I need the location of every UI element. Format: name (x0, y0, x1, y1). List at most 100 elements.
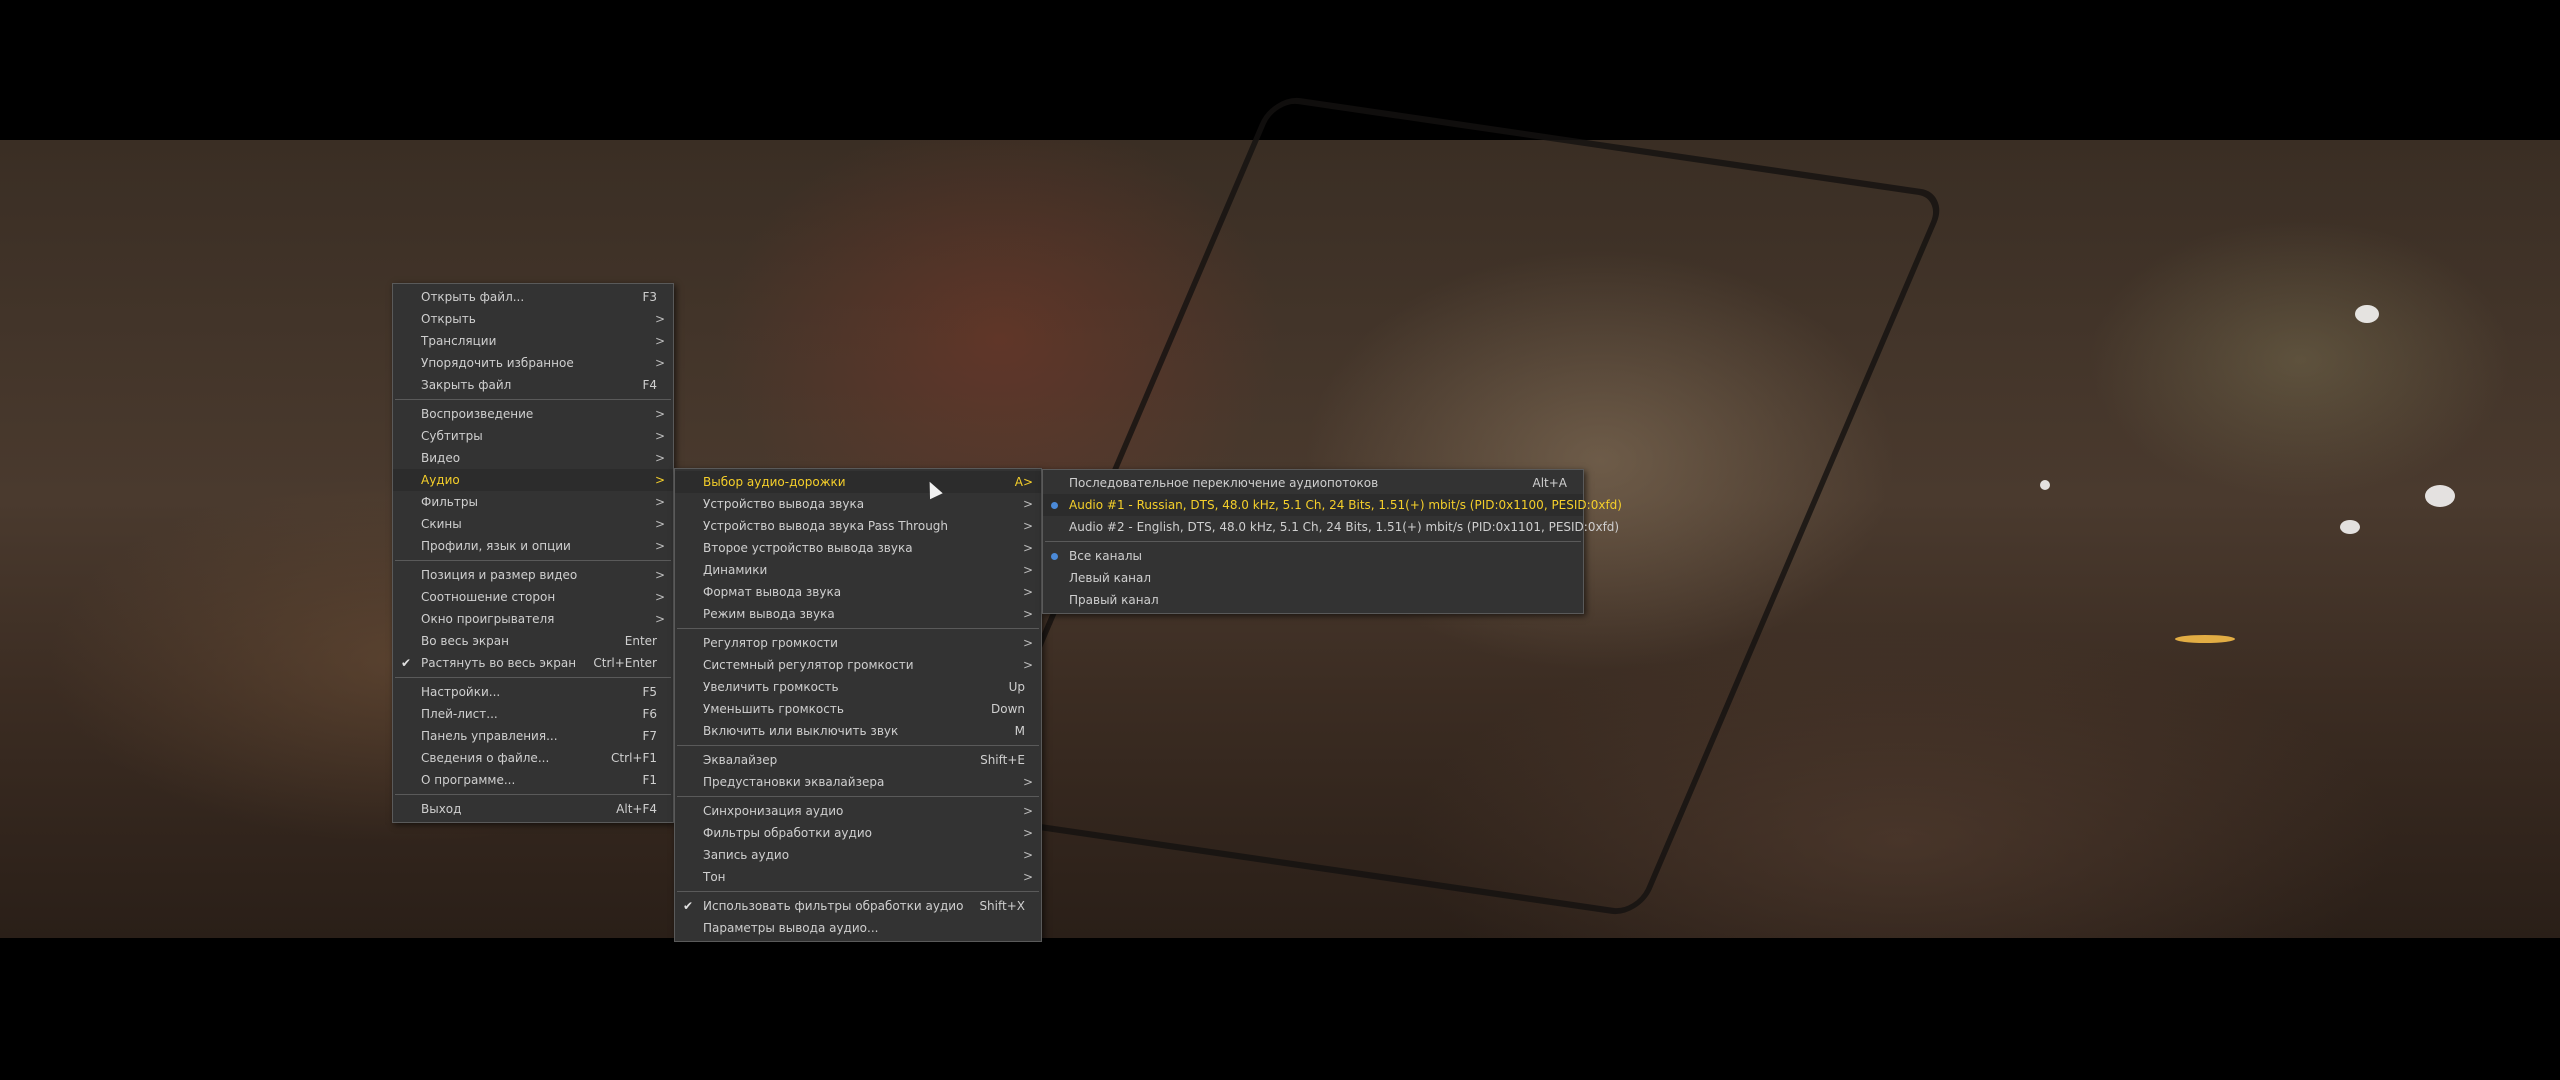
menu-item-use-audio-filters[interactable]: ✔ Использовать фильтры обработки аудио Shi… (675, 895, 1041, 917)
submenu-arrow-icon: > (1022, 519, 1033, 533)
menu-item-second-output-device[interactable]: Второе устройство вывода звука > (675, 537, 1041, 559)
menu-item-video[interactable]: Видео > (393, 447, 673, 469)
shortcut-label: Alt+A (1532, 476, 1567, 490)
menu-item-mute-toggle[interactable]: Включить или выключить звук M (675, 720, 1041, 742)
menu-item-audio-record[interactable]: Запись аудио > (675, 844, 1041, 866)
shortcut-label: Down (990, 702, 1025, 716)
submenu-arrow-icon: > (1022, 541, 1033, 555)
shortcut-label: F6 (642, 707, 657, 721)
submenu-arrow-icon: > (1022, 848, 1033, 862)
shortcut-label: F3 (642, 290, 657, 304)
menu-item-volume-down[interactable]: Уменьшить громкость Down (675, 698, 1041, 720)
submenu-arrow-icon: > (654, 312, 665, 326)
menu-item-audio-output-device[interactable]: Устройство вывода звука > (675, 493, 1041, 515)
menu-item-system-volume[interactable]: Системный регулятор громкости > (675, 654, 1041, 676)
audio-track-submenu: Последовательное переключение аудиопоток… (1042, 469, 1622, 614)
checkmark-icon: ✔ (401, 656, 412, 670)
menu-item-pass-through-device[interactable]: Устройство вывода звука Pass Through > (675, 515, 1041, 537)
submenu-arrow-icon: > (654, 334, 665, 348)
menu-item-favorites[interactable]: Упорядочить избранное > (393, 352, 673, 374)
submenu-arrow-icon: > (1022, 475, 1033, 489)
shortcut-label: Shift+X (979, 899, 1025, 913)
menu-item-audio-track-2[interactable]: Audio #2 - English, DTS, 48.0 kHz, 5.1 C… (1043, 516, 1619, 538)
menu-item-close-file[interactable]: Закрыть файл F4 (393, 374, 673, 396)
menu-item-audio[interactable]: Аудио > (393, 469, 673, 491)
shortcut-label: F7 (642, 729, 657, 743)
submenu-arrow-icon: > (654, 539, 665, 553)
radio-selected-icon (1051, 502, 1058, 509)
menu-item-audio-filters[interactable]: Фильтры обработки аудио > (675, 822, 1041, 844)
menu-item-audio-output-params[interactable]: Параметры вывода аудио... (675, 917, 1041, 939)
menu-item-settings[interactable]: Настройки... F5 (393, 681, 673, 703)
menu-item-equalizer-presets[interactable]: Предустановки эквалайзера > (675, 771, 1041, 793)
video-light (2175, 635, 2235, 643)
menu-item-audio-sync[interactable]: Синхронизация аудио > (675, 800, 1041, 822)
submenu-arrow-icon: > (654, 473, 665, 487)
shortcut-label: M (1014, 724, 1025, 738)
menu-separator (677, 891, 1039, 892)
menu-item-fullscreen[interactable]: Во весь экран Enter (393, 630, 673, 652)
menu-item-profiles[interactable]: Профили, язык и опции > (393, 535, 673, 557)
menu-item-select-audio-track[interactable]: Выбор аудио-дорожки A > (675, 471, 1041, 493)
menu-item-skins[interactable]: Скины > (393, 513, 673, 535)
menu-separator (677, 628, 1039, 629)
checkmark-icon: ✔ (683, 899, 694, 913)
shortcut-label: Ctrl+Enter (593, 656, 657, 670)
shortcut-label: Shift+E (980, 753, 1025, 767)
menu-item-volume-up[interactable]: Увеличить громкость Up (675, 676, 1041, 698)
menu-item-open-file[interactable]: Открыть файл... F3 (393, 286, 673, 308)
menu-item-equalizer[interactable]: Эквалайзер Shift+E (675, 749, 1041, 771)
menu-item-broadcasts[interactable]: Трансляции > (393, 330, 673, 352)
menu-item-stretch-fullscreen[interactable]: ✔ Растянуть во весь экран Ctrl+Enter (393, 652, 673, 674)
menu-item-subtitles[interactable]: Субтитры > (393, 425, 673, 447)
menu-item-aspect-ratio[interactable]: Соотношение сторон > (393, 586, 673, 608)
video-light (2040, 480, 2050, 490)
submenu-arrow-icon: > (1022, 607, 1033, 621)
menu-item-all-channels[interactable]: Все каналы (1043, 545, 1583, 567)
shortcut-label: F1 (642, 773, 657, 787)
main-context-menu: Открыть файл... F3 Открыть > Трансляции > У… (392, 283, 674, 823)
menu-item-playback[interactable]: Воспроизведение > (393, 403, 673, 425)
menu-separator (395, 677, 671, 678)
shortcut-label: A (1014, 475, 1023, 489)
menu-item-audio-track-1[interactable]: Audio #1 - Russian, DTS, 48.0 kHz, 5.1 C… (1043, 494, 1622, 516)
menu-separator (677, 796, 1039, 797)
submenu-arrow-icon: > (654, 590, 665, 604)
submenu-arrow-icon: > (1022, 658, 1033, 672)
menu-item-player-window[interactable]: Окно проигрывателя > (393, 608, 673, 630)
menu-separator (395, 399, 671, 400)
menu-item-left-channel[interactable]: Левый канал (1043, 567, 1583, 589)
menu-item-video-position[interactable]: Позиция и размер видео > (393, 564, 673, 586)
menu-item-open[interactable]: Открыть > (393, 308, 673, 330)
menu-item-output-format[interactable]: Формат вывода звука > (675, 581, 1041, 603)
menu-item-speakers[interactable]: Динамики > (675, 559, 1041, 581)
submenu-arrow-icon: > (654, 356, 665, 370)
menu-separator (395, 560, 671, 561)
menu-separator (1045, 541, 1581, 542)
submenu-arrow-icon: > (1022, 870, 1033, 884)
menu-item-playlist[interactable]: Плей-лист... F6 (393, 703, 673, 725)
menu-item-tone[interactable]: Тон > (675, 866, 1041, 888)
submenu-arrow-icon: > (654, 495, 665, 509)
menu-item-about[interactable]: О программе... F1 (393, 769, 673, 791)
shortcut-label: Ctrl+F1 (611, 751, 657, 765)
menu-item-volume-control[interactable]: Регулятор громкости > (675, 632, 1041, 654)
menu-item-file-info[interactable]: Сведения о файле... Ctrl+F1 (393, 747, 673, 769)
submenu-arrow-icon: > (654, 451, 665, 465)
submenu-arrow-icon: > (654, 612, 665, 626)
shortcut-label: F5 (642, 685, 657, 699)
submenu-arrow-icon: > (1022, 804, 1033, 818)
menu-item-cycle-audio-streams[interactable]: Последовательное переключение аудиопоток… (1043, 472, 1583, 494)
menu-item-output-mode[interactable]: Режим вывода звука > (675, 603, 1041, 625)
submenu-arrow-icon: > (654, 568, 665, 582)
submenu-arrow-icon: > (1022, 826, 1033, 840)
submenu-arrow-icon: > (1022, 563, 1033, 577)
menu-item-right-channel[interactable]: Правый канал (1043, 589, 1583, 611)
menu-separator (395, 794, 671, 795)
submenu-arrow-icon: > (1022, 497, 1033, 511)
shortcut-label: Alt+F4 (616, 802, 657, 816)
menu-item-control-panel[interactable]: Панель управления... F7 (393, 725, 673, 747)
menu-item-exit[interactable]: Выход Alt+F4 (393, 798, 673, 820)
menu-separator (677, 745, 1039, 746)
menu-item-filters[interactable]: Фильтры > (393, 491, 673, 513)
